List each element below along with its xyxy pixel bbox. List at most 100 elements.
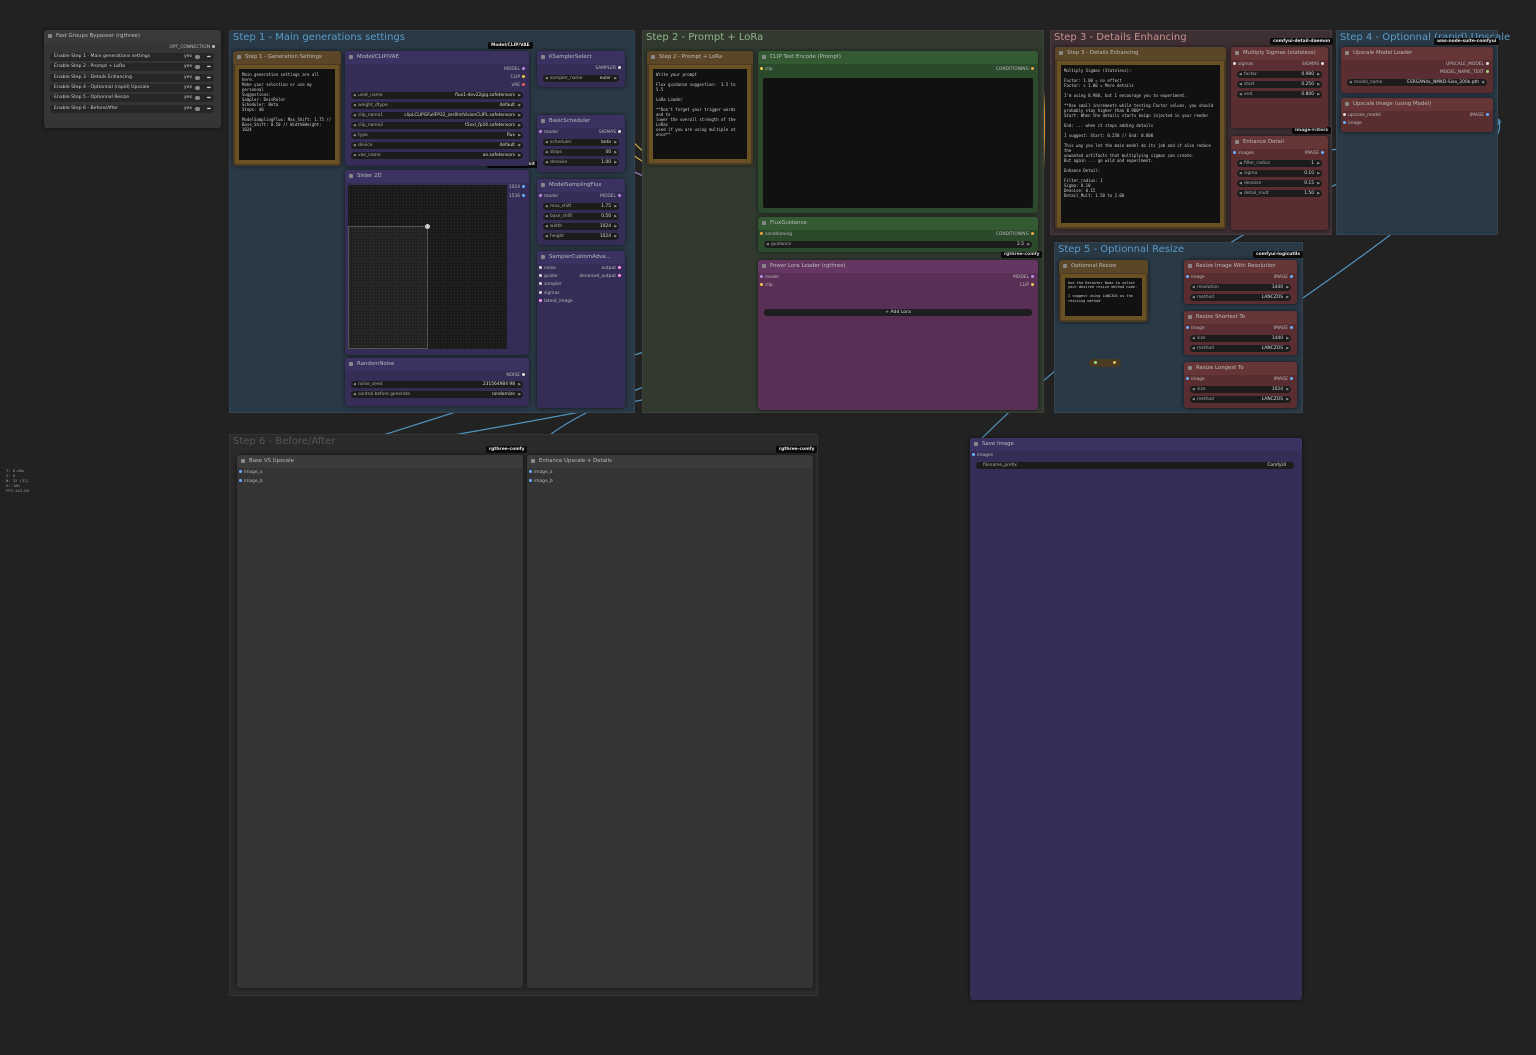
output-sigmas[interactable]: SIGMAS — [1302, 62, 1326, 68]
input-noise[interactable]: noise — [537, 266, 556, 272]
steps-widget[interactable]: steps40 — [543, 149, 619, 156]
device-widget[interactable]: devicedefault — [351, 142, 523, 149]
input-sigmas[interactable]: sigmas — [1231, 62, 1254, 68]
height-widget[interactable]: height1024 — [543, 233, 619, 240]
input-image-a[interactable]: image_a — [527, 470, 553, 476]
output-image[interactable]: IMAGE — [1274, 377, 1295, 383]
resize-longest-node[interactable]: Resize Longest To image IMAGE size1024 m… — [1184, 362, 1297, 408]
width-widget[interactable]: width1024 — [543, 223, 619, 230]
reroute-node[interactable] — [1089, 359, 1121, 367]
output-noise[interactable]: NOISE — [506, 373, 527, 379]
note-text[interactable]: Main generation settings are all here. M… — [235, 65, 339, 164]
sigma-widget[interactable]: sigma0.10 — [1237, 170, 1322, 177]
arrow-right-icon[interactable]: ➡ — [207, 105, 211, 113]
model-clip-vae-node[interactable]: Model/CLIP/VAE MODEL CLIP VAE unet_namef… — [345, 51, 529, 166]
input-clip[interactable]: clip — [758, 283, 773, 289]
output-upscale-model[interactable]: UPSCALE_MODEL — [1446, 62, 1491, 68]
arrow-right-icon[interactable]: ➡ — [207, 63, 211, 71]
output-model[interactable]: MODEL — [600, 194, 623, 200]
noise-seed-widget[interactable]: noise_seed231564984 98 — [351, 381, 523, 388]
output-conditioning[interactable]: CONDITIONING — [996, 67, 1036, 73]
output-denoised[interactable]: denoised_output — [579, 274, 623, 280]
model-sampling-flux-node[interactable]: ModelSamplingFlux model MODEL max_shift1… — [537, 179, 625, 245]
vae-name-widget[interactable]: vae_nameae.safetensors — [351, 152, 523, 159]
output-model[interactable]: MODEL — [504, 67, 527, 73]
input-sampler[interactable]: sampler — [537, 282, 562, 288]
output-height[interactable]: 1536 — [509, 194, 527, 200]
power-lora-loader-node[interactable]: Power Lora Loader (rgthree) model clip M… — [758, 260, 1038, 410]
clip-name1-widget[interactable]: clip_name1clipLCLIPGFullFP32_zer0IntVisi… — [351, 112, 523, 119]
type-widget[interactable]: typeflux — [351, 132, 523, 139]
max-shift-widget[interactable]: max_shift1.75 — [543, 203, 619, 210]
input-sigmas[interactable]: sigmas — [537, 291, 560, 297]
bypass-row[interactable]: Enable Step 4 - Optionnal (rapid) Upscal… — [50, 83, 214, 92]
denoise-widget[interactable]: denoise0.15 — [1237, 180, 1322, 187]
input-images[interactable]: images — [970, 453, 993, 459]
bypass-row[interactable]: Enable Step 5 - Optionnal Resize yes ➡ — [50, 94, 214, 103]
output-image[interactable]: IMAGE — [1305, 151, 1326, 157]
method-widget[interactable]: methodLANCZOS — [1190, 294, 1291, 301]
output-width[interactable]: 1024 — [509, 185, 527, 191]
add-lora-button[interactable]: + Add Lora — [764, 309, 1032, 316]
note-text[interactable]: Write your prompt Flux guidance suggesti… — [649, 65, 751, 163]
toggle-icon[interactable] — [195, 55, 200, 59]
method-widget[interactable]: methodLANCZOS — [1190, 396, 1291, 403]
filter-radius-widget[interactable]: filter_radius1 — [1237, 160, 1322, 167]
scheduler-widget[interactable]: schedulerbeta — [543, 139, 619, 146]
arrow-right-icon[interactable]: ➡ — [207, 53, 211, 61]
toggle-icon[interactable] — [195, 85, 200, 90]
random-noise-node[interactable]: RandomNoise NOISE noise_seed231564984 98… — [345, 358, 529, 406]
step3-details-note[interactable]: Step 3 - Details Enhancing Multiply Sigm… — [1055, 47, 1226, 229]
arrow-right-icon[interactable]: ➡ — [207, 74, 211, 82]
resolution-widget[interactable]: resolution1440 — [1190, 284, 1291, 291]
upscale-image-node[interactable]: Upscale Image (using Model) upscale_mode… — [1341, 98, 1493, 132]
bypass-row[interactable]: Enable Step 1 - Main generations setting… — [50, 53, 214, 61]
compare-enhance-upscale-node[interactable]: Enhance Upscale + Details image_a image_… — [527, 455, 813, 988]
step2-prompt-note[interactable]: Step 2 - Prompt + LoRa Write your prompt… — [647, 51, 753, 165]
toggle-icon[interactable] — [195, 75, 200, 80]
multiply-sigmas-node[interactable]: Multiply Sigmas (stateless) sigmas SIGMA… — [1231, 47, 1328, 128]
input-guider[interactable]: guider — [537, 274, 558, 280]
output-image[interactable]: IMAGE — [1274, 326, 1295, 332]
arrow-right-icon[interactable]: ➡ — [207, 84, 211, 92]
slider-2d-node[interactable]: Slider 2D 1024 1536 — [345, 170, 529, 355]
output-clip[interactable]: CLIP — [511, 75, 527, 81]
output-model-name-text[interactable]: MODEL_NAME_TEXT — [1440, 70, 1491, 76]
clip-name2-widget[interactable]: clip_name2t5xxl_fp16.safetensors — [351, 122, 523, 129]
ksampler-select-node[interactable]: KSamplerSelect SAMPLER sampler_nameeuler — [537, 51, 625, 87]
bypass-row[interactable]: Enable Step 2 - Prompt + LoRa yes ➡ — [50, 63, 214, 72]
denoise-widget[interactable]: denoise1.00 — [543, 159, 619, 166]
sampler-name-widget[interactable]: sampler_nameeuler — [543, 75, 619, 82]
compare-base-vs-upscale-node[interactable]: Base VS Upscale image_a image_b — [237, 455, 523, 988]
input-image[interactable]: image — [1184, 326, 1205, 332]
detail-mult-widget[interactable]: detail_mult1.50 — [1237, 190, 1322, 197]
output-vae[interactable]: VAE — [512, 83, 528, 89]
input-conditioning[interactable]: conditioning — [758, 232, 792, 238]
input-image-b[interactable]: image_b — [527, 479, 553, 485]
output-sampler[interactable]: SAMPLER — [595, 66, 623, 72]
input-model[interactable]: model — [758, 275, 779, 281]
weight-dtype-widget[interactable]: weight_dtypedefault — [351, 102, 523, 109]
resize-with-resolution-node[interactable]: Resize Image With Resolution image IMAGE… — [1184, 260, 1297, 304]
guidance-widget[interactable]: guidance2.5 — [764, 241, 1032, 248]
sampler-custom-advanced-node[interactable]: SamplerCustomAdva... noise guider sample… — [537, 251, 625, 408]
input-images[interactable]: images — [1231, 151, 1254, 157]
clip-text-encode-node[interactable]: CLIP Text Encode (Prompt) clip CONDITION… — [758, 51, 1038, 213]
unet-name-widget[interactable]: unet_nameflux1-dev22gig.safetensors — [351, 92, 523, 99]
control-generate-widget[interactable]: control before generaterandomize — [351, 391, 523, 398]
enhance-detail-node[interactable]: Enhance Detail images IMAGE filter_radiu… — [1231, 136, 1328, 230]
resize-shortest-node[interactable]: Resize Shortest To image IMAGE size1440 … — [1184, 311, 1297, 355]
input-image[interactable]: image — [1341, 121, 1362, 127]
slider-2d-canvas[interactable] — [348, 185, 507, 349]
size-widget[interactable]: size1024 — [1190, 386, 1291, 393]
fast-groups-bypasser-node[interactable]: Fast Groups Bypasser (rgthree) OPT_CONNE… — [44, 30, 221, 128]
input-image-b[interactable]: image_b — [237, 479, 263, 485]
step1-settings-note[interactable]: Step 1 - Generation Settings Main genera… — [233, 51, 341, 166]
factor-widget[interactable]: factor0.980 — [1237, 71, 1322, 78]
output-conditioning[interactable]: CONDITIONING — [996, 232, 1036, 238]
filename-prefix-widget[interactable]: filename_prefix ComfyUI — [976, 462, 1294, 469]
toggle-icon[interactable] — [195, 65, 200, 70]
bypass-row[interactable]: Enable Step 3 - Details Enhancing yes ➡ — [50, 73, 214, 82]
output-model[interactable]: MODEL — [1013, 275, 1036, 281]
input-clip[interactable]: clip — [758, 67, 773, 73]
